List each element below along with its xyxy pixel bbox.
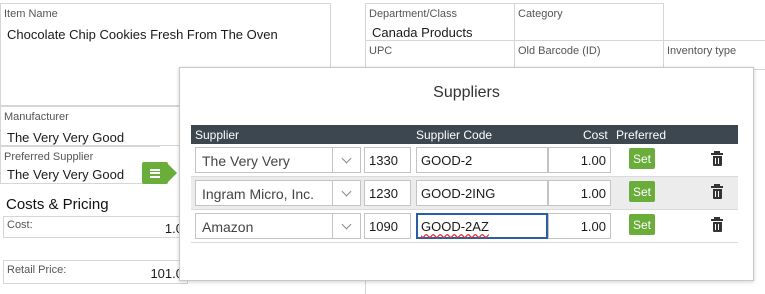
trash-icon[interactable] [711,184,723,199]
category-field[interactable]: Category [514,3,664,41]
manufacturer-field[interactable]: Manufacturer The Very Very Good [0,106,200,146]
popover-pointer [168,164,177,182]
upc-field[interactable]: UPC [365,40,515,70]
retail-price-label: Retail Price: [7,264,67,276]
supplier-cost-input[interactable]: 1.00 [548,147,611,173]
chevron-down-icon [341,153,352,163]
suppliers-modal: Suppliers Supplier Supplier Code Cost Pr… [179,67,754,281]
supplier-row: The Very Very 1330 GOOD-2 1.00 Set [191,144,738,177]
manufacturer-value: The Very Very Good [7,130,125,145]
supplier-number-input[interactable]: 1090 [364,213,411,239]
cost-field[interactable]: Cost: 1.0 [3,216,188,238]
header-supplier: Supplier [195,128,240,142]
supplier-select[interactable]: Ingram Micro, Inc. [195,180,361,206]
suppliers-grid: Supplier Supplier Code Cost Preferred Th… [191,125,738,243]
suppliers-list-button[interactable] [142,162,168,184]
supplier-select-value: Amazon [202,219,254,235]
trash-icon[interactable] [711,151,723,166]
header-cost: Cost [583,128,608,142]
grid-header: Supplier Supplier Code Cost Preferred [191,125,738,144]
dropdown-toggle[interactable] [332,214,360,238]
header-preferred: Preferred [616,128,667,142]
item-name-value: Chocolate Chip Cookies Fresh From The Ov… [7,27,278,42]
chevron-down-icon [341,219,352,229]
supplier-select-value: The Very Very [202,153,290,169]
supplier-select-value: Ingram Micro, Inc. [202,186,315,202]
manufacturer-label: Manufacturer [4,111,69,123]
supplier-select[interactable]: The Very Very [195,147,361,173]
supplier-code-text: GOOD-2AZ [421,219,489,234]
supplier-code-input[interactable]: GOOD-2 [416,147,548,173]
department-field[interactable]: Department/Class Canada Products [365,3,515,41]
dropdown-toggle[interactable] [332,148,360,172]
preferred-supplier-value: The Very Very Good [7,167,125,182]
old-barcode-field[interactable]: Old Barcode (ID) [514,40,664,70]
item-name-label: Item Name [4,8,58,20]
supplier-number-input[interactable]: 1230 [364,180,411,206]
supplier-select[interactable]: Amazon [195,213,361,239]
chevron-down-icon [341,186,352,196]
set-preferred-button[interactable]: Set [629,148,655,169]
retail-price-field[interactable]: Retail Price: 101.0 [3,260,188,284]
costs-pricing-title: Costs & Pricing [6,196,109,213]
dropdown-toggle[interactable] [332,181,360,205]
inventory-type-field[interactable]: Inventory type [663,40,765,70]
header-supplier-code: Supplier Code [416,128,493,142]
supplier-cost-input[interactable]: 1.00 [548,213,611,239]
inventory-type-label: Inventory type [667,45,737,57]
upc-label: UPC [369,45,393,57]
supplier-code-input[interactable]: GOOD-2ING [416,180,548,206]
set-preferred-button[interactable]: Set [629,181,655,202]
category-label: Category [518,8,563,20]
preferred-supplier-label: Preferred Supplier [4,151,94,163]
supplier-row: Ingram Micro, Inc. 1230 GOOD-2ING 1.00 S… [191,177,738,210]
supplier-number-input[interactable]: 1330 [364,147,411,173]
supplier-row: Amazon 1090 GOOD-2AZ 1.00 Set [191,210,738,243]
modal-title: Suppliers [433,84,500,101]
supplier-cost-input[interactable]: 1.00 [548,180,611,206]
supplier-code-input-focused[interactable]: GOOD-2AZ [416,213,548,239]
department-value: Canada Products [372,25,473,40]
department-label: Department/Class [369,8,458,20]
old-barcode-label: Old Barcode (ID) [518,45,601,57]
preferred-supplier-field[interactable]: Preferred Supplier The Very Very Good [0,146,160,184]
cost-label: Cost: [7,219,33,231]
list-icon [150,168,160,178]
trash-icon[interactable] [711,217,723,232]
set-preferred-button[interactable]: Set [629,214,655,235]
